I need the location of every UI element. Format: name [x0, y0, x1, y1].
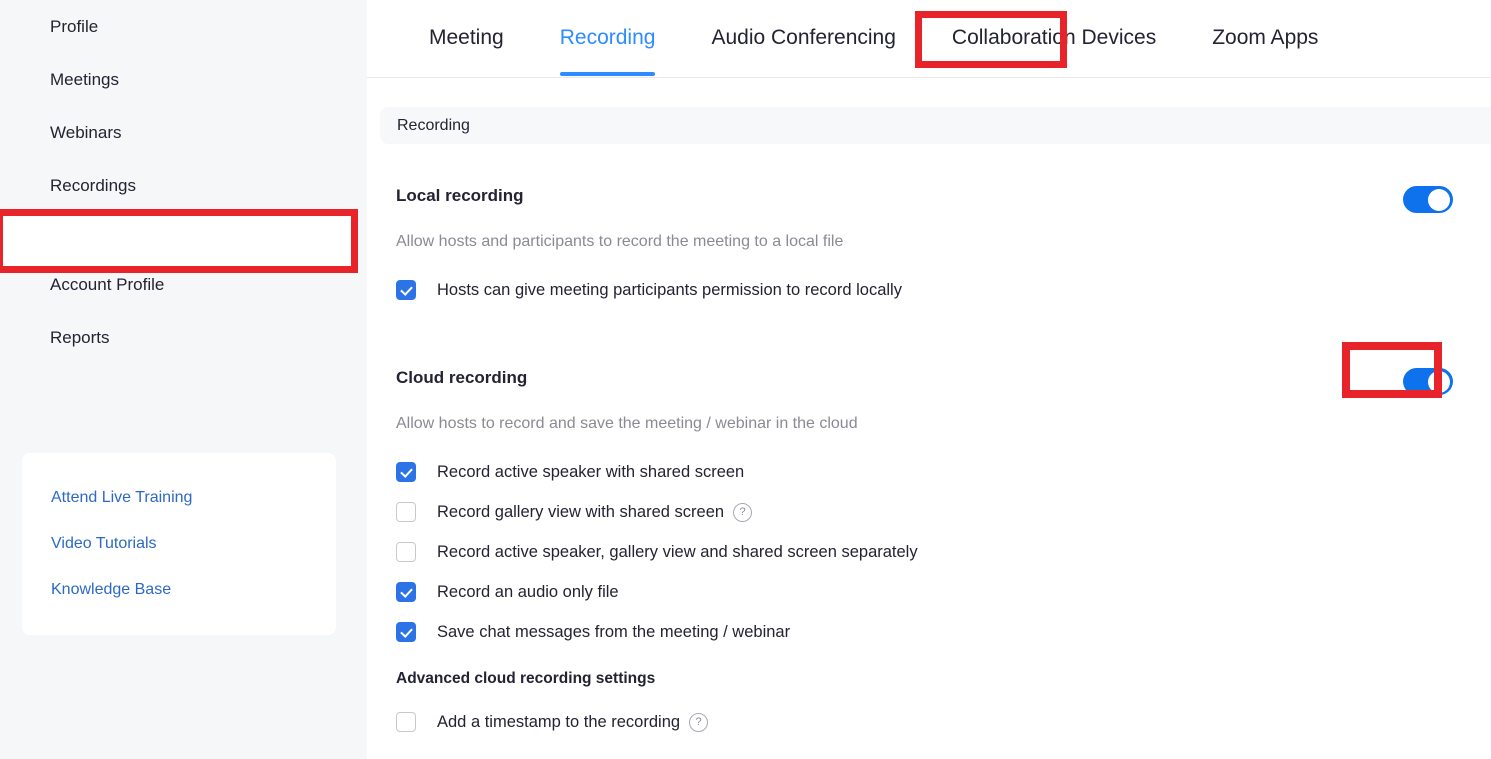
checkbox-record-gallery-view-with-shared-screen[interactable] [396, 502, 416, 522]
cloud-recording-description: Allow hosts to record and save the meeti… [396, 415, 1491, 433]
section-header-recording: Recording [380, 107, 1491, 144]
tab-label: Recording [560, 26, 656, 49]
tab-zoom-apps[interactable]: Zoom Apps [1212, 0, 1318, 76]
checkbox-label: Record active speaker, gallery view and … [437, 543, 918, 562]
tab-label: Meeting [429, 26, 504, 49]
tab-audio-conferencing[interactable]: Audio Conferencing [711, 0, 895, 76]
sidebar-item-webinars[interactable]: Webinars [0, 106, 367, 159]
link-knowledge-base[interactable]: Knowledge Base [22, 567, 336, 613]
help-circle-icon[interactable]: ? [733, 503, 752, 522]
local-recording-title-row: Local recording [396, 186, 1491, 213]
local-recording-options: Hosts can give meeting participants perm… [396, 270, 1491, 310]
sidebar-item-settings[interactable]: Settings [22, 212, 345, 258]
checkbox-record-audio-only-file[interactable] [396, 582, 416, 602]
advanced-cloud-recording-options: Add a timestamp to the recording ? [396, 702, 1491, 742]
sidebar-item-label: Profile [50, 17, 98, 37]
tab-label: Zoom Apps [1212, 26, 1318, 49]
setting-local-recording: Local recording Allow hosts and particip… [367, 186, 1491, 310]
help-circle-icon[interactable]: ? [689, 713, 708, 732]
sidebar-item-label: Account Profile [50, 275, 164, 295]
local-recording-toggle[interactable] [1403, 186, 1453, 213]
sidebar-item-label: Reports [50, 328, 110, 348]
sidebar-item-label: Meetings [50, 70, 119, 90]
link-attend-live-training[interactable]: Attend Live Training [22, 475, 336, 521]
checkbox-row: Record active speaker with shared screen [396, 452, 1491, 492]
checkbox-row: Save chat messages from the meeting / we… [396, 612, 1491, 652]
checkbox-row: Record an audio only file [396, 572, 1491, 612]
checkbox-row: Record active speaker, gallery view and … [396, 532, 1491, 572]
tab-recording[interactable]: Recording [560, 0, 656, 76]
spacer [367, 310, 1491, 346]
local-recording-description: Allow hosts and participants to record t… [396, 233, 1491, 251]
cloud-recording-title-row: Cloud recording [396, 368, 1491, 395]
setting-cloud-recording: Cloud recording Allow hosts to record an… [367, 368, 1491, 742]
cloud-recording-toggle[interactable] [1403, 368, 1453, 395]
section-header-label: Recording [397, 117, 470, 135]
link-video-tutorials[interactable]: Video Tutorials [22, 521, 336, 567]
checkbox-label: Save chat messages from the meeting / we… [437, 623, 790, 642]
cloud-recording-title: Cloud recording [396, 368, 527, 388]
annotation-box-cloud-recording-toggle [1342, 342, 1442, 398]
tab-collaboration-devices[interactable]: Collaboration Devices [952, 0, 1156, 76]
checkbox-add-timestamp-to-recording[interactable] [396, 712, 416, 732]
sidebar-item-label: Settings [50, 225, 117, 245]
checkbox-record-separately[interactable] [396, 542, 416, 562]
toggle-knob [1428, 371, 1450, 393]
checkbox-row: Add a timestamp to the recording ? [396, 702, 1491, 742]
zoom-settings-page: Profile Meetings Webinars Recordings Set… [0, 0, 1491, 759]
sidebar-item-profile[interactable]: Profile [0, 0, 367, 53]
sidebar-item-reports[interactable]: Reports [0, 311, 367, 364]
local-recording-title: Local recording [396, 186, 524, 206]
checkbox-label: Hosts can give meeting participants perm… [437, 281, 902, 300]
checkbox-record-active-speaker-with-shared-screen[interactable] [396, 462, 416, 482]
checkbox-row: Hosts can give meeting participants perm… [396, 270, 1491, 310]
help-resources-card: Attend Live Training Video Tutorials Kno… [22, 453, 336, 635]
sidebar-item-label: Webinars [50, 123, 122, 143]
sidebar-item-recordings[interactable]: Recordings [0, 159, 367, 212]
checkbox-label: Add a timestamp to the recording [437, 713, 680, 732]
advanced-cloud-recording-header: Advanced cloud recording settings [396, 670, 1491, 688]
tab-label: Audio Conferencing [711, 26, 895, 49]
sidebar: Profile Meetings Webinars Recordings Set… [0, 0, 367, 759]
sidebar-item-account-profile[interactable]: Account Profile [0, 258, 367, 311]
checkbox-save-chat-messages[interactable] [396, 622, 416, 642]
checkbox-label: Record gallery view with shared screen [437, 503, 724, 522]
checkbox-label: Record an audio only file [437, 583, 619, 602]
settings-tabbar: Meeting Recording Audio Conferencing Col… [367, 0, 1491, 78]
checkbox-label: Record active speaker with shared screen [437, 463, 744, 482]
sidebar-item-label: Recordings [50, 176, 136, 196]
cloud-recording-options: Record active speaker with shared screen… [396, 452, 1491, 652]
sidebar-item-meetings[interactable]: Meetings [0, 53, 367, 106]
tab-meeting[interactable]: Meeting [429, 0, 504, 76]
toggle-knob [1428, 189, 1450, 211]
checkbox-hosts-can-give-permission[interactable] [396, 280, 416, 300]
sidebar-nav: Profile Meetings Webinars Recordings Set… [0, 0, 367, 364]
checkbox-row: Record gallery view with shared screen ? [396, 492, 1491, 532]
tab-label: Collaboration Devices [952, 26, 1156, 49]
main-content: Meeting Recording Audio Conferencing Col… [367, 0, 1491, 759]
